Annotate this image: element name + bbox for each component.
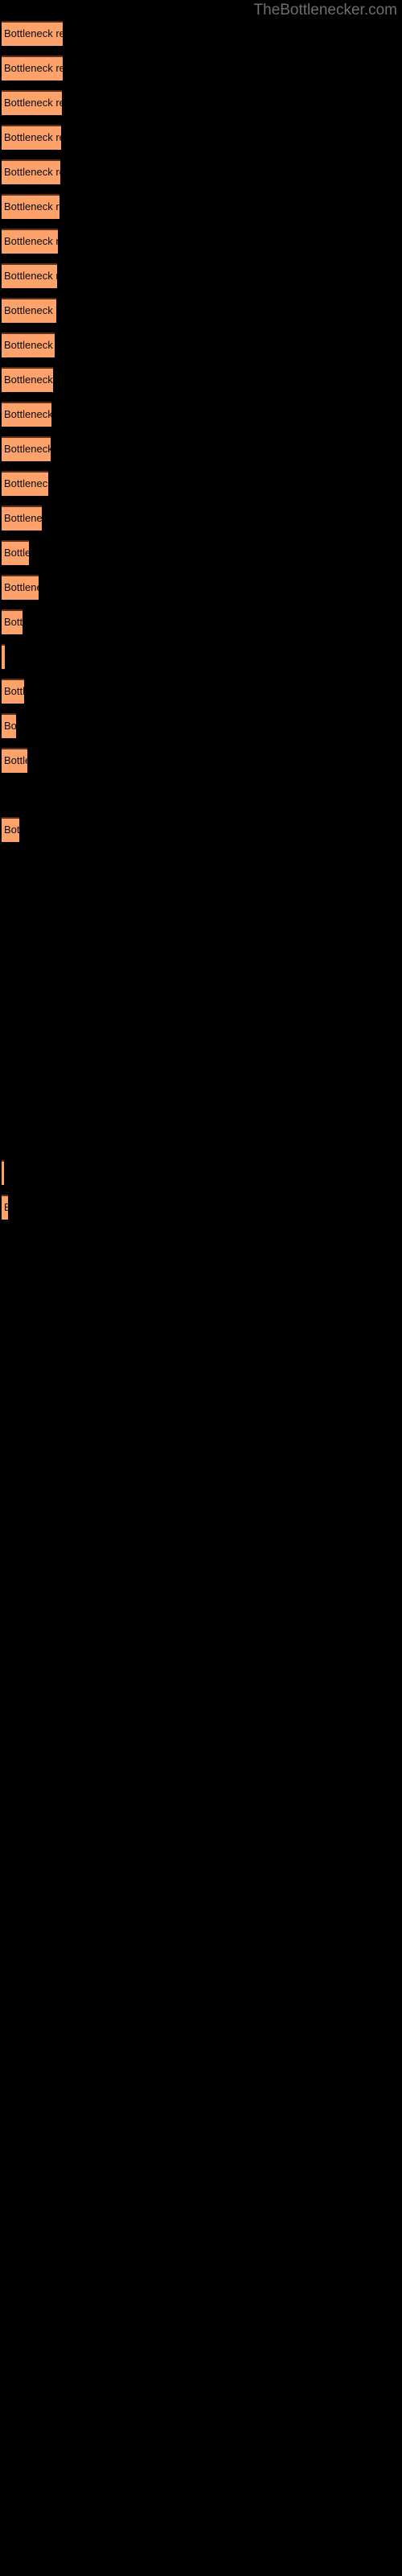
bar-6[interactable]: Bottleneck result: [2, 194, 59, 219]
bar-label: Bottleneck result: [4, 512, 42, 524]
bar-14[interactable]: Bottleneck result: [2, 471, 48, 496]
bar-label: Bottleneck result: [4, 650, 5, 663]
bar-label: Bottleneck result: [4, 27, 63, 39]
bar-label: Bottleneck result: [4, 304, 56, 316]
bar-label: Bottleneck result: [4, 824, 19, 836]
bottleneck-chart: TheBottlenecker.com Bottleneck resultBot…: [0, 0, 402, 2576]
bar-1[interactable]: Bottleneck result: [2, 21, 63, 46]
bar-label: Bottleneck result: [4, 339, 55, 351]
bar-15[interactable]: Bottleneck result: [2, 506, 42, 530]
bar-label: Bottleneck result: [4, 754, 27, 766]
bar-24[interactable]: Bottleneck result: [2, 817, 19, 842]
bar-label: Bottleneck result: [4, 477, 48, 489]
bar-13[interactable]: Bottleneck result: [2, 436, 51, 461]
bar-label: Bottleneck result: [4, 235, 58, 247]
bar-label: Bottleneck result: [4, 443, 51, 455]
bar-label: Bottleneck result: [4, 720, 16, 732]
bar-label: Bottleneck result: [4, 131, 61, 143]
bar-18[interactable]: Bottleneck result: [2, 609, 23, 634]
bar-7[interactable]: Bottleneck result: [2, 229, 58, 254]
bar-2[interactable]: Bottleneck result: [2, 56, 63, 80]
bar-label: Bottleneck result: [4, 97, 62, 109]
bar-26[interactable]: Bottleneck result: [2, 1195, 8, 1220]
bar-11[interactable]: Bottleneck result: [2, 367, 53, 392]
bar-22[interactable]: Bottleneck result: [2, 748, 27, 773]
bar-4[interactable]: Bottleneck result: [2, 125, 61, 150]
bar-label: Bottleneck result: [4, 166, 60, 178]
bar-17[interactable]: Bottleneck result: [2, 575, 39, 600]
bar-8[interactable]: Bottleneck result: [2, 263, 57, 288]
bar-series: Bottleneck result Bottleneck result Bottle…: [0, 0, 402, 2576]
bar-16[interactable]: Bottleneck result: [2, 540, 29, 565]
bar-label: Bottleneck result: [4, 685, 24, 697]
bar-label: Bottleneck result: [4, 62, 63, 74]
bar-10[interactable]: Bottleneck result: [2, 332, 55, 357]
bar-label: Bottleneck result: [4, 581, 39, 593]
bar-19[interactable]: Bottleneck result: [2, 644, 5, 669]
bar-25[interactable]: Bottleneck result: [2, 1160, 4, 1185]
bar-3[interactable]: Bottleneck result: [2, 90, 62, 115]
bar-label: Bottleneck result: [4, 408, 51, 420]
bar-label: Bottleneck result: [4, 374, 53, 386]
bar-label: Bottleneck result: [4, 270, 57, 282]
bar-label: Bottleneck result: [4, 547, 29, 559]
bar-9[interactable]: Bottleneck result: [2, 298, 56, 323]
bar-21[interactable]: Bottleneck result: [2, 713, 16, 738]
bar-label: Bottleneck result: [4, 616, 23, 628]
bar-20[interactable]: Bottleneck result: [2, 679, 24, 704]
bar-12[interactable]: Bottleneck result: [2, 402, 51, 427]
bar-label: Bottleneck result: [4, 1201, 8, 1213]
bar-label: Bottleneck result: [4, 200, 59, 213]
bar-5[interactable]: Bottleneck result: [2, 159, 60, 184]
